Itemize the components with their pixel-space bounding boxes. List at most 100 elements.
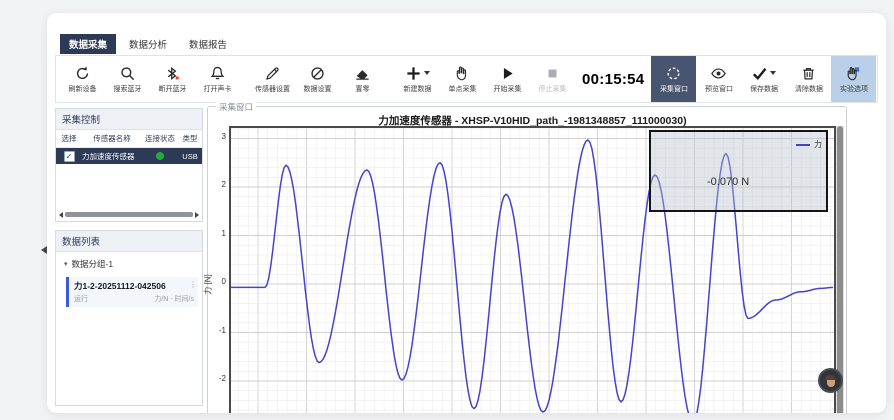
data-item-status: 运行 (74, 294, 88, 304)
sensor-settings-button[interactable]: 传感器设置 (250, 56, 295, 102)
collection-timer: 00:15:54 (582, 56, 644, 102)
toolbar-button-label: 单点采集 (449, 84, 477, 94)
toolbar-button-label: 传感器设置 (255, 84, 290, 94)
data-item-title: 力1-2-20251112-042506 (74, 280, 194, 292)
refresh-icon (74, 65, 91, 82)
toolbar-button-label: 断开蓝牙 (159, 84, 187, 94)
data-item-axes: 力/N - 时间/s (154, 294, 194, 304)
avatar-hair (825, 375, 836, 380)
toolbar-button-label: 打开声卡 (204, 84, 232, 94)
y-axis-tick-label: 1 (209, 229, 226, 238)
bluetooth-disconnect-button[interactable]: 断开蓝牙 (150, 56, 195, 102)
legend-line-icon (796, 144, 810, 146)
app-background: 数据采集 数据分析 数据报告 刷新设备 搜索蓝牙 断开蓝牙 打开声卡 传感器设置 数据设置… (0, 0, 894, 420)
search-bluetooth-button[interactable]: 搜索蓝牙 (105, 56, 150, 102)
toolbar-button-label: 清除数据 (795, 84, 823, 94)
experiment-record-button[interactable]: 实验录制 (876, 56, 878, 102)
h-scroll-thumb[interactable] (65, 212, 193, 217)
sensor-type: USB (178, 152, 202, 161)
column-header: 选择 (56, 133, 82, 144)
new-data-plus-icon (405, 65, 422, 82)
start-play-button[interactable]: 开始采集 (485, 56, 530, 102)
sensor-row[interactable]: ✓ 力加速度传感器 USB (56, 148, 202, 164)
data-list-panel: 数据列表 ▾ 数据分组-1 力1-2-20251112-042506⋮ 运行 力/N -… (55, 230, 203, 406)
chevron-down-icon[interactable]: ▾ (64, 260, 68, 268)
preview-eye-button[interactable]: 预览窗口 (696, 56, 741, 102)
zero-eraser-icon (354, 65, 371, 82)
refresh-button[interactable]: 刷新设备 (60, 56, 105, 102)
stop-square-icon (544, 65, 561, 82)
data-group-label: 数据分组-1 (72, 258, 114, 270)
data-item-more-icon[interactable]: ⋮ (189, 280, 197, 289)
toolbar-button-label: 开始采集 (494, 84, 522, 94)
main-tabs: 数据采集 数据分析 数据报告 (60, 34, 236, 54)
toolbar-button-label: 预览窗口 (705, 84, 733, 94)
app-window: 数据采集 数据分析 数据报告 刷新设备 搜索蓝牙 断开蓝牙 打开声卡 传感器设置 数据设置… (47, 13, 886, 413)
toolbar-button-label: 数据设置 (304, 84, 332, 94)
stop-square-button[interactable]: 停止采集 (530, 56, 575, 102)
status-dot (156, 152, 164, 160)
sensor-table-header: 选择传感器名称连接状态类型 (56, 130, 202, 148)
new-data-plus-button[interactable]: 新建数据 (395, 56, 440, 102)
column-header: 类型 (178, 133, 202, 144)
tab-data-report[interactable]: 数据报告 (180, 34, 236, 54)
sensor-name: 力加速度传感器 (82, 151, 142, 162)
data-settings-button[interactable]: 数据设置 (295, 56, 340, 102)
tab-data-collection[interactable]: 数据采集 (60, 34, 116, 54)
legend-label: 力 (814, 139, 822, 150)
toolbar-button-label: 保存数据 (750, 84, 778, 94)
y-axis-tick-label: 2 (209, 180, 226, 189)
column-header: 传感器名称 (82, 133, 142, 144)
collection-control-title: 采集控制 (56, 109, 202, 130)
toolbar-button-label: 新建数据 (404, 84, 432, 94)
zero-eraser-button[interactable]: 置零 (340, 56, 385, 102)
chevron-down-icon[interactable] (770, 71, 776, 75)
toolbar-button-label: 停止采集 (539, 84, 567, 94)
sound-card-bell-button[interactable]: 打开声卡 (195, 56, 240, 102)
data-group-row[interactable]: ▾ 数据分组-1 (56, 252, 202, 272)
toolbar-button-label: 搜索蓝牙 (114, 84, 142, 94)
chevron-down-icon[interactable] (424, 71, 430, 75)
y-axis-tick-label: -2 (209, 374, 226, 383)
avatar-face (827, 380, 835, 387)
tab-data-analysis[interactable]: 数据分析 (120, 34, 176, 54)
save-check-icon (751, 65, 768, 82)
toolbar: 刷新设备 搜索蓝牙 断开蓝牙 打开声卡 传感器设置 数据设置 置零 新建数据 单点采集 开始采集 停… (55, 55, 878, 103)
table-h-scrollbar[interactable] (59, 211, 199, 218)
y-axis-tick-label: -1 (209, 326, 226, 335)
collection-control-panel: 采集控制 选择传感器名称连接状态类型 ✓ 力加速度传感器 USB (55, 108, 203, 222)
sensor-settings-icon (264, 65, 281, 82)
experiment-options-icon (845, 65, 862, 82)
chart-plot-area[interactable]: -0.070 N 力 (229, 126, 836, 413)
clear-trash-icon (800, 65, 817, 82)
data-list-title: 数据列表 (56, 231, 202, 252)
toolbar-button-label: 实验选项 (840, 84, 868, 94)
capture-window-panel-label: 采集窗口 (216, 101, 256, 113)
chart-legend: 力 (796, 139, 822, 150)
bluetooth-disconnect-icon (164, 65, 181, 82)
clear-trash-button[interactable]: 清除数据 (786, 56, 831, 102)
assistant-avatar-button[interactable] (818, 368, 843, 393)
save-check-button[interactable]: 保存数据 (741, 56, 786, 102)
scroll-left-icon[interactable] (59, 212, 63, 218)
search-bluetooth-icon (119, 65, 136, 82)
y-axis-tick-label: 3 (209, 132, 226, 141)
single-point-hand-button[interactable]: 单点采集 (440, 56, 485, 102)
toolbar-button-label: 刷新设备 (69, 84, 97, 94)
toolbar-button-label: 置零 (356, 84, 370, 94)
scroll-right-icon[interactable] (195, 212, 199, 218)
single-point-hand-icon (454, 65, 471, 82)
capture-window-panel: 采集窗口 力加速度传感器 - XHSP-V10HID_path_-1981348… (207, 106, 847, 413)
measurement-value: -0.070 N (707, 176, 749, 188)
data-list-item[interactable]: 力1-2-20251112-042506⋮ 运行 力/N - 时间/s (66, 277, 198, 307)
y-axis-label: 力 [N] (203, 274, 214, 294)
capture-window-icon (665, 65, 682, 82)
preview-eye-icon (710, 65, 727, 82)
toolbar-button-label: 采集窗口 (660, 84, 688, 94)
column-header: 连接状态 (142, 133, 178, 144)
sound-card-bell-icon (209, 65, 226, 82)
sensor-checkbox[interactable]: ✓ (64, 151, 75, 162)
experiment-options-button[interactable]: 实验选项 (831, 56, 876, 102)
capture-window-button[interactable]: 采集窗口 (651, 56, 696, 102)
start-play-icon (499, 65, 516, 82)
